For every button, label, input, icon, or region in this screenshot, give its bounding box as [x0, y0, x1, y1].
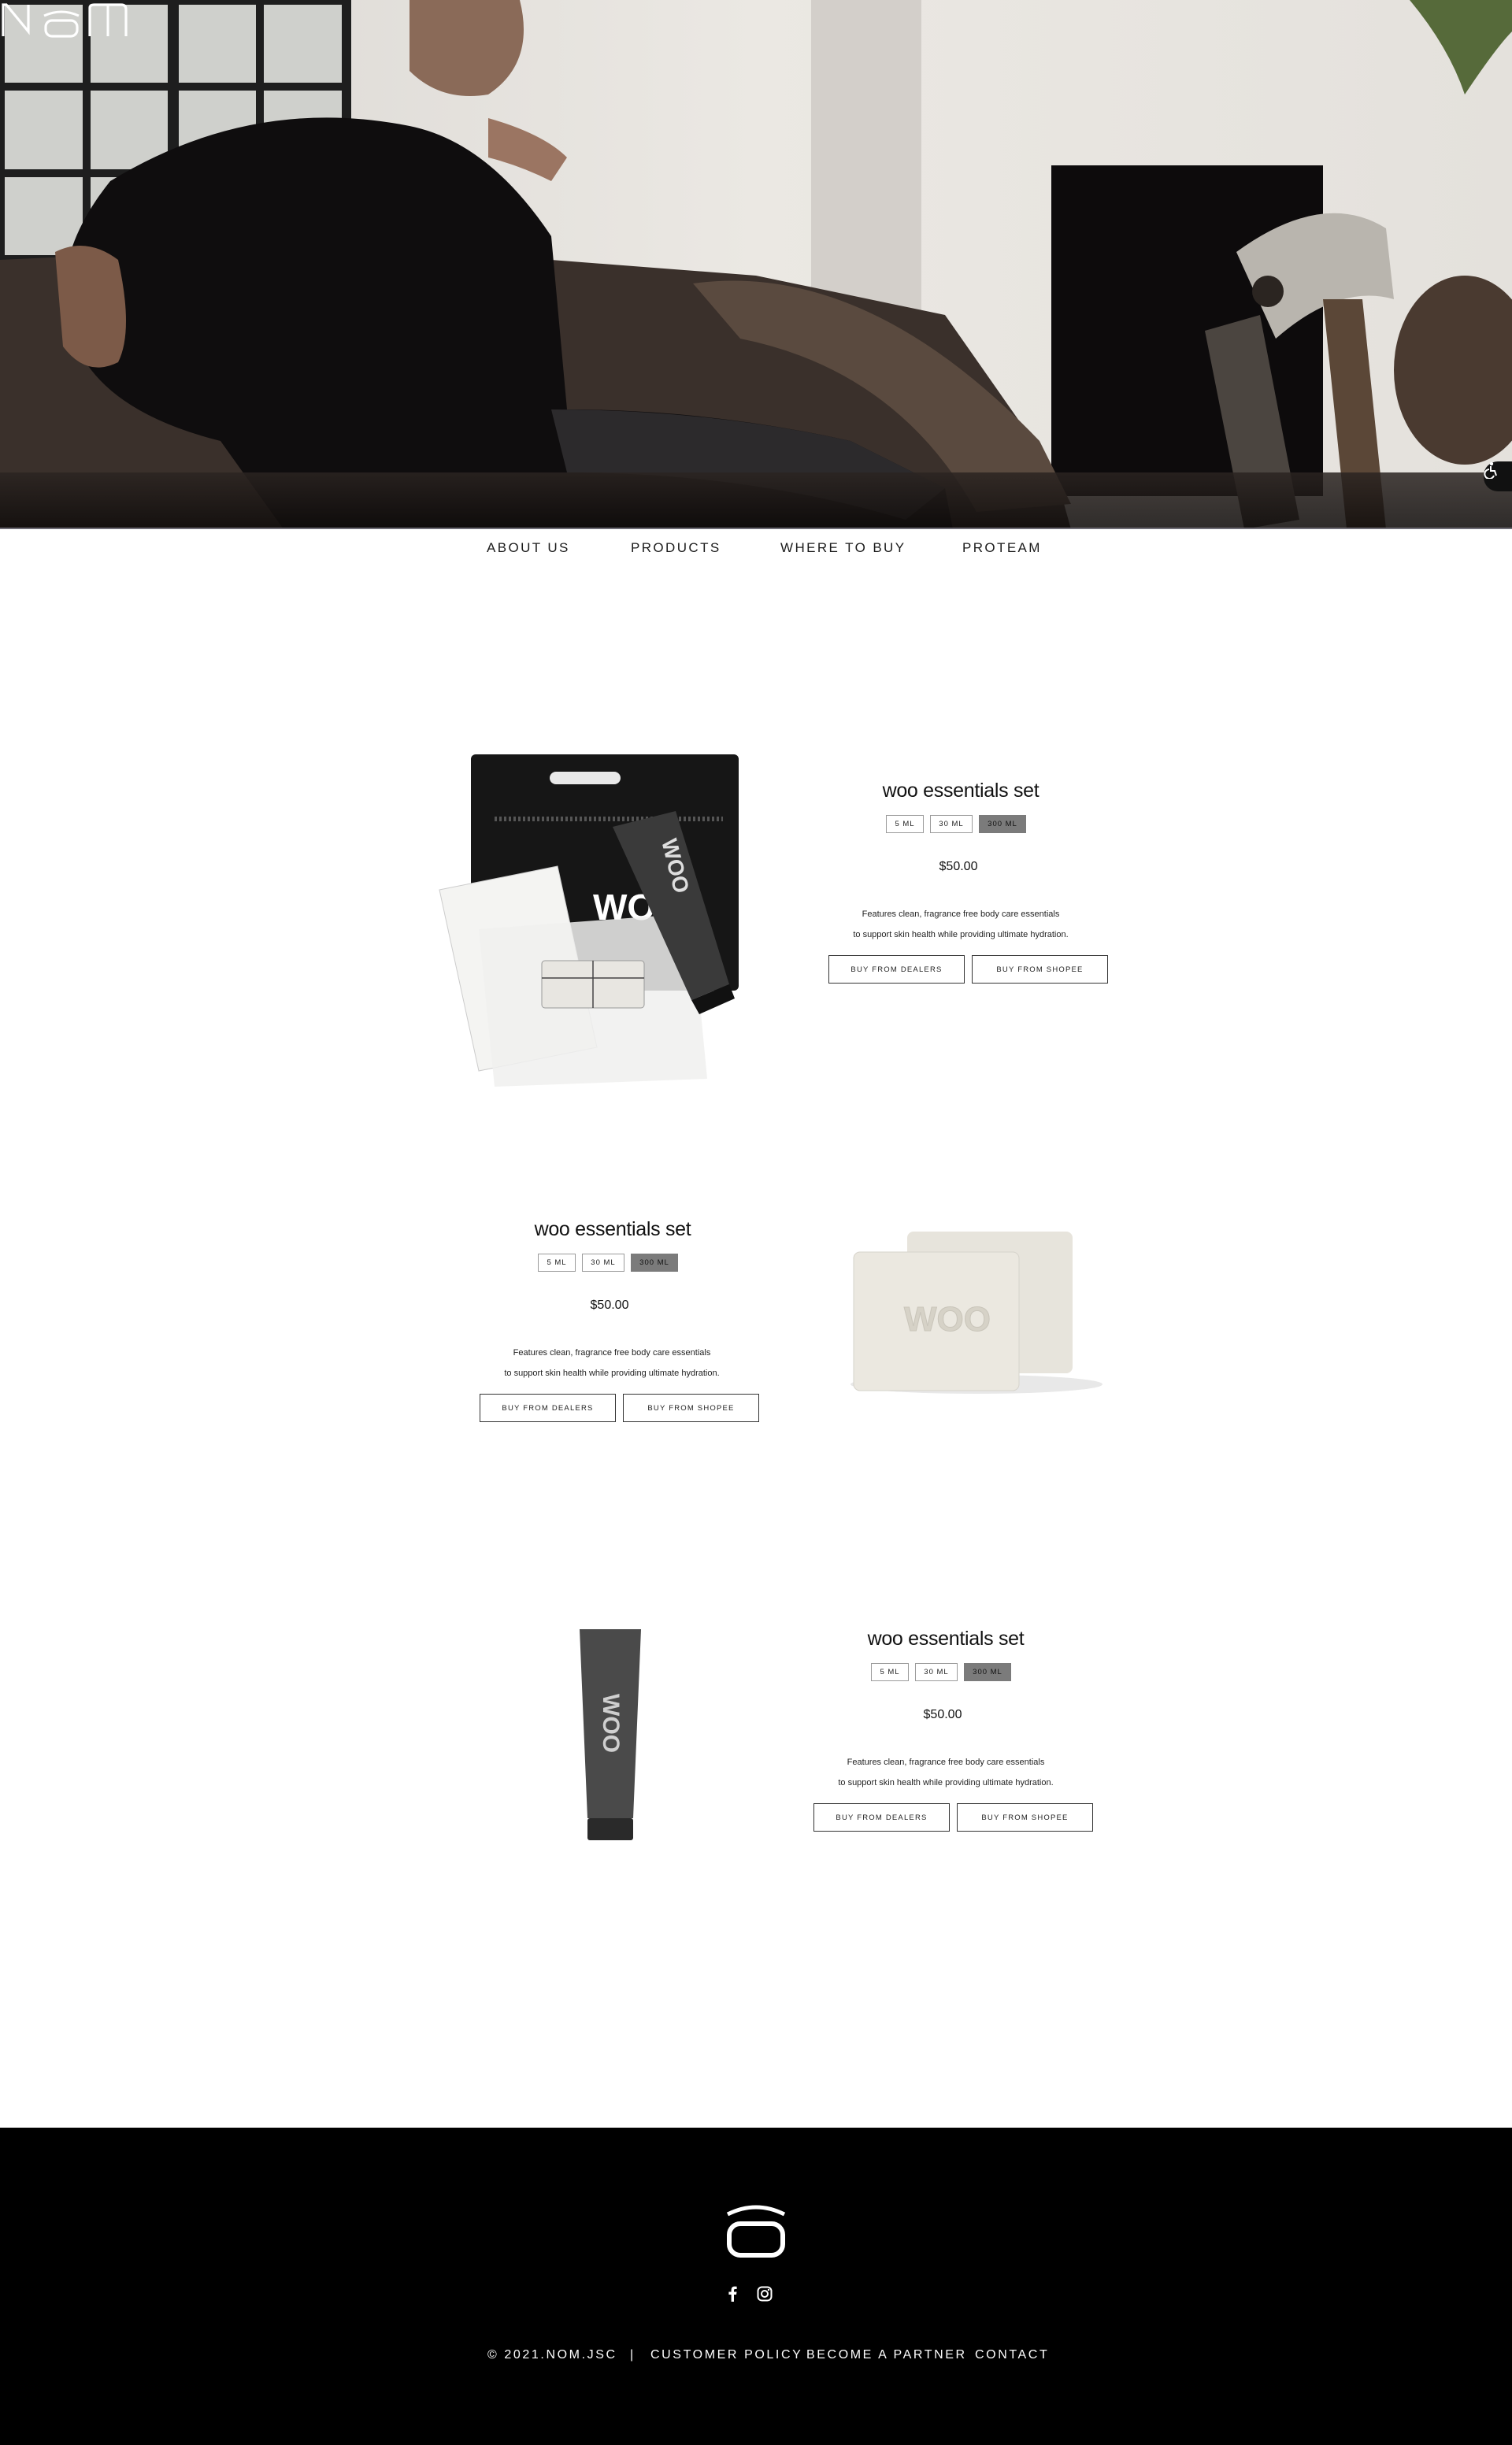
footer-logo[interactable]: [717, 2197, 795, 2263]
facebook-icon[interactable]: [722, 2284, 743, 2304]
size-option-5ml[interactable]: 5 ML: [886, 815, 924, 833]
product-description-line1: Features clean, fragrance free body care…: [847, 1758, 1045, 1767]
buy-from-shopee-button[interactable]: BUY FROM SHOPEE: [957, 1803, 1093, 1832]
product-price: $50.00: [923, 1708, 962, 1721]
product-image-soap-bars[interactable]: WOO: [835, 1221, 1118, 1402]
buy-from-dealers-button[interactable]: BUY FROM DEALERS: [813, 1803, 950, 1832]
brand-logo[interactable]: [0, 0, 129, 39]
product-title: woo essentials set: [882, 780, 1040, 802]
product-price: $50.00: [939, 860, 978, 873]
product-title: woo essentials set: [534, 1218, 691, 1240]
nav-proteam[interactable]: PROTEAM: [962, 540, 1042, 556]
size-option-300ml[interactable]: 300 ML: [964, 1663, 1011, 1681]
footer-links: © 2021.NOM.JSC | CUSTOMER POLICY BECOME …: [0, 2348, 1512, 2367]
product-description-line2: to support skin health while providing u…: [504, 1369, 720, 1378]
size-option-30ml[interactable]: 30 ML: [930, 815, 973, 833]
footer-customer-policy-link[interactable]: CUSTOMER POLICY: [650, 2348, 802, 2362]
product-description-line2: to support skin health while providing u…: [838, 1778, 1054, 1787]
nav-where-to-buy[interactable]: WHERE TO BUY: [780, 540, 906, 556]
main-nav: ABOUT US PRODUCTS WHERE TO BUY PROTEAM: [0, 529, 1512, 569]
nav-about-us[interactable]: ABOUT US: [487, 540, 570, 556]
product-image-essentials-kit[interactable]: WOO WOO: [432, 748, 778, 1087]
buy-from-shopee-button[interactable]: BUY FROM SHOPEE: [972, 955, 1108, 984]
footer-become-partner-link[interactable]: BECOME A PARTNER: [806, 2348, 967, 2362]
instagram-icon[interactable]: [754, 2284, 775, 2304]
product-title: woo essentials set: [867, 1628, 1025, 1650]
nav-products[interactable]: PRODUCTS: [631, 540, 721, 556]
buy-from-dealers-button[interactable]: BUY FROM DEALERS: [480, 1394, 616, 1422]
buy-from-shopee-button[interactable]: BUY FROM SHOPEE: [623, 1394, 759, 1422]
footer-copyright: © 2021.NOM.JSC: [487, 2348, 617, 2362]
size-option-300ml[interactable]: 300 ML: [979, 815, 1026, 833]
product-price: $50.00: [590, 1298, 629, 1312]
product-description-line1: Features clean, fragrance free body care…: [862, 909, 1060, 919]
size-option-30ml[interactable]: 30 ML: [915, 1663, 958, 1681]
size-option-300ml[interactable]: 300 ML: [631, 1254, 678, 1272]
tube-label: WOO: [598, 1694, 624, 1753]
product-description-line2: to support skin health while providing u…: [853, 930, 1069, 939]
product-description-line1: Features clean, fragrance free body care…: [513, 1348, 711, 1358]
accessibility-button[interactable]: [1484, 461, 1512, 491]
site-footer: © 2021.NOM.JSC | CUSTOMER POLICY BECOME …: [0, 2128, 1512, 2445]
footer-separator: |: [630, 2348, 636, 2362]
buy-from-dealers-button[interactable]: BUY FROM DEALERS: [828, 955, 965, 984]
size-option-5ml[interactable]: 5 ML: [871, 1663, 909, 1681]
soap-label: WOO: [904, 1300, 991, 1339]
size-option-30ml[interactable]: 30 ML: [582, 1254, 624, 1272]
hero-photo: [0, 0, 1512, 529]
product-image-tube[interactable]: WOO: [575, 1626, 646, 1843]
footer-contact-link[interactable]: CONTACT: [975, 2348, 1049, 2362]
size-option-5ml[interactable]: 5 ML: [538, 1254, 576, 1272]
hero-banner: [0, 0, 1512, 529]
